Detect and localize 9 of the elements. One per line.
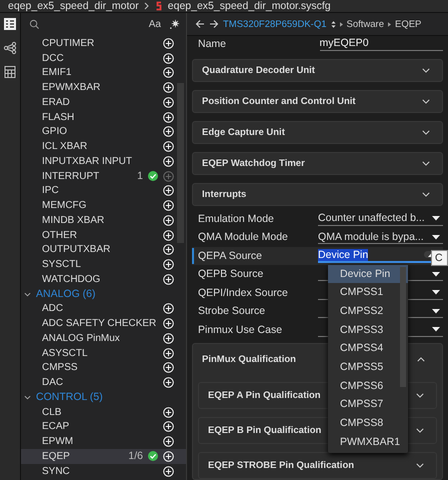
field-label: QEPB Source <box>198 268 264 280</box>
tooltip: C <box>431 250 448 266</box>
field-label: Pinmux Use Case <box>198 324 284 336</box>
field-label: QEPI/Index Source <box>198 286 289 299</box>
field-label: Strobe Source <box>198 305 266 318</box>
field-label: QMA Module Mode <box>198 231 289 244</box>
field-label: Name <box>198 38 228 50</box>
field-label: Emulation Mode <box>198 212 275 225</box>
field-label: QEPA Source <box>198 250 264 262</box>
